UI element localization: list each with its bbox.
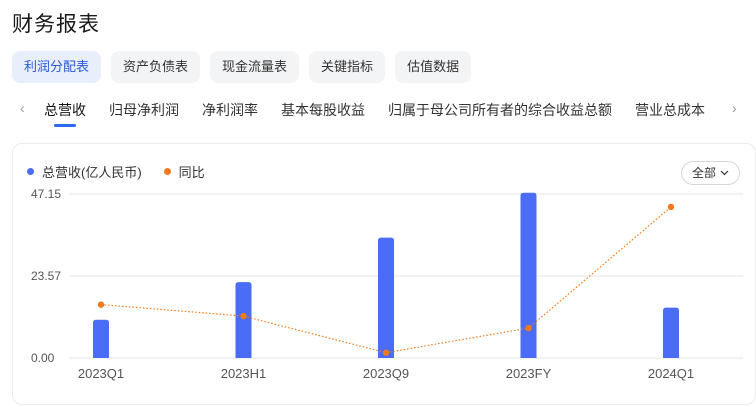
- yoy-point: [667, 203, 675, 211]
- yoy-point: [240, 312, 247, 320]
- tab-key-indicators[interactable]: 关键指标: [309, 51, 386, 83]
- x-tick-label: 2023Q9: [363, 366, 409, 381]
- page-title: 财务报表: [12, 13, 100, 36]
- metric-tab-comprehensive-income[interactable]: 归属于母公司所有者的综合收益总额: [388, 100, 612, 126]
- metric-tab-basic-eps[interactable]: 基本每股收益: [281, 100, 365, 126]
- axis-labels: 47.15 23.57 0.00 2023Q1 2023H1 2023Q9 2023FY 20…: [31, 187, 694, 381]
- metric-tab-total-operating-cost[interactable]: 营业总成本: [635, 100, 705, 126]
- chevron-left-icon[interactable]: ‹: [20, 100, 25, 116]
- revenue-bar: [378, 237, 394, 358]
- metric-tab-bar: ‹ 总营收 归母净利润 净利润率 基本每股收益 归属于母公司所有者的综合收益总额…: [0, 96, 756, 127]
- statement-tabs: 利润分配表 资产负债表 现金流量表 关键指标 估值数据: [12, 51, 472, 83]
- x-tick-label: 2024Q1: [648, 366, 694, 381]
- x-tick-label: 2023H1: [221, 366, 267, 381]
- metric-tab-net-profit-parent[interactable]: 归母净利润: [109, 100, 179, 126]
- y-tick-label: 47.15: [31, 187, 61, 201]
- revenue-chart: 47.15 23.57 0.00 2023Q1 2023H1 2023Q9 2023FY 20…: [31, 187, 743, 381]
- tab-cash-flow[interactable]: 现金流量表: [210, 51, 300, 83]
- chart-card: 总营收(亿人民币) 同比 全部 47.15 23.57 0.00 2023Q1 2023…: [12, 143, 756, 405]
- yoy-point: [382, 349, 390, 356]
- tab-profit-distribution[interactable]: 利润分配表: [12, 51, 102, 83]
- bar-series: [93, 192, 679, 358]
- tab-valuation-data[interactable]: 估值数据: [395, 51, 472, 83]
- chevron-right-icon[interactable]: ›: [732, 100, 737, 116]
- y-tick-label: 0.00: [31, 351, 55, 365]
- yoy-point: [525, 324, 532, 332]
- chart-grid: [69, 193, 743, 359]
- metric-tab-total-revenue[interactable]: 总营收: [44, 100, 86, 127]
- x-tick-label: 2023Q1: [78, 366, 124, 381]
- y-tick-label: 23.57: [31, 269, 61, 283]
- revenue-bar: [520, 192, 537, 358]
- x-tick-label: 2023FY: [506, 366, 552, 381]
- tab-balance-sheet[interactable]: 资产负债表: [111, 51, 201, 83]
- revenue-bar: [93, 319, 109, 358]
- revenue-bar: [663, 307, 679, 358]
- yoy-point: [97, 301, 105, 308]
- revenue-bar: [235, 282, 252, 358]
- metric-tabs: 总营收 归母净利润 净利润率 基本每股收益 归属于母公司所有者的综合收益总额 营…: [44, 100, 705, 127]
- metric-tab-net-margin[interactable]: 净利润率: [202, 100, 258, 126]
